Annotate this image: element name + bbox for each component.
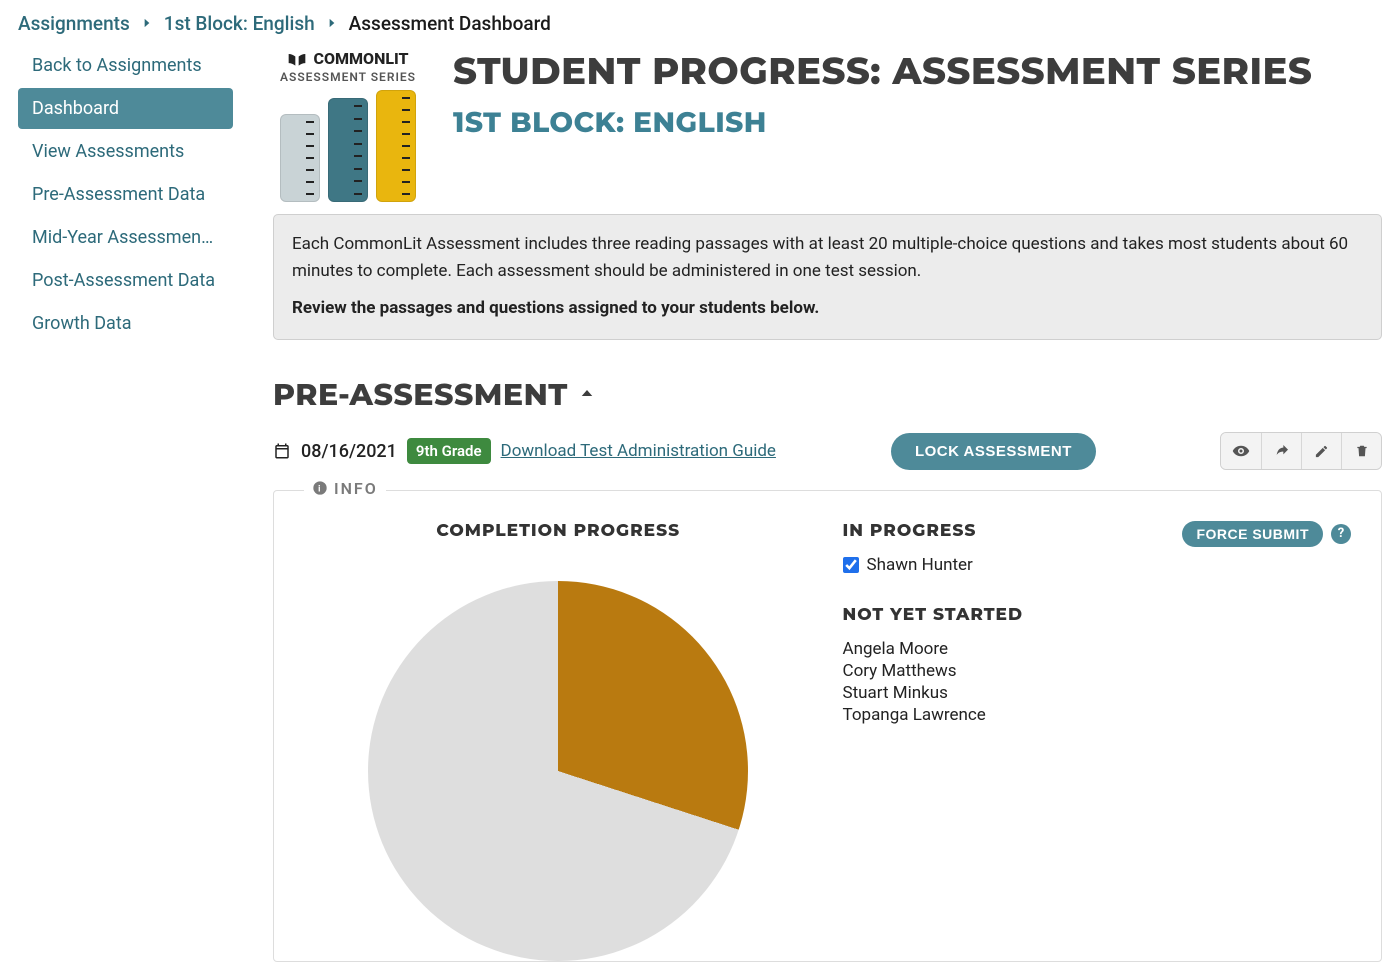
sidebar-item-dashboard[interactable]: Dashboard — [18, 88, 233, 129]
calendar-icon — [273, 442, 291, 460]
panel-legend: i INFO — [304, 479, 386, 498]
info-icon: i — [312, 480, 328, 496]
completion-progress-title: COMPLETION PROGRESS — [304, 521, 813, 541]
sidebar-item-view-assessments[interactable]: View Assessments — [18, 131, 233, 172]
book-icon — [287, 52, 307, 66]
breadcrumb-current: Assessment Dashboard — [349, 12, 551, 35]
share-icon — [1274, 443, 1290, 459]
lock-assessment-button[interactable]: LOCK ASSESSMENT — [891, 433, 1096, 470]
logo-brand-text: COMMONLIT — [313, 49, 408, 68]
list-item: Cory Matthews — [843, 661, 1352, 681]
list-item: Topanga Lawrence — [843, 705, 1352, 725]
completion-pie-chart — [368, 581, 748, 961]
edit-button[interactable] — [1301, 433, 1341, 469]
force-submit-button[interactable]: FORCE SUBMIT — [1182, 521, 1323, 547]
share-button[interactable] — [1261, 433, 1301, 469]
breadcrumb: Assignments 1st Block: English Assessmen… — [0, 0, 1400, 45]
breadcrumb-link-class[interactable]: 1st Block: English — [164, 12, 315, 35]
info-text-1: Each CommonLit Assessment includes three… — [292, 231, 1363, 285]
pencil-icon — [1314, 444, 1329, 459]
chevron-up-icon — [578, 381, 596, 408]
trash-icon — [1355, 443, 1369, 459]
sidebar-nav: Back to Assignments Dashboard View Asses… — [18, 45, 233, 962]
preview-button[interactable] — [1221, 433, 1261, 469]
chevron-right-icon — [140, 12, 154, 35]
page-subtitle: 1ST BLOCK: ENGLISH — [453, 106, 1312, 140]
assessment-meta-row: 08/16/2021 9th Grade Download Test Admin… — [273, 433, 1382, 470]
sidebar-item-growth-data[interactable]: Growth Data — [18, 303, 233, 344]
info-callout: Each CommonLit Assessment includes three… — [273, 214, 1382, 340]
delete-button[interactable] — [1341, 433, 1381, 469]
chevron-right-icon — [325, 12, 339, 35]
assessment-date: 08/16/2021 — [301, 441, 397, 462]
sidebar-item-mid-data[interactable]: Mid-Year Assessment … — [18, 217, 233, 258]
grade-badge: 9th Grade — [407, 438, 491, 464]
sidebar-item-post-data[interactable]: Post-Assessment Data — [18, 260, 233, 301]
help-icon[interactable]: ? — [1331, 524, 1351, 544]
download-guide-link[interactable]: Download Test Administration Guide — [501, 441, 776, 461]
info-text-2: Review the passages and questions assign… — [292, 295, 1363, 322]
logo-sub-text: ASSESSMENT SERIES — [280, 70, 416, 84]
panel-legend-text: INFO — [334, 479, 378, 498]
section-title-text: PRE-ASSESSMENT — [273, 376, 568, 413]
sidebar-item-back[interactable]: Back to Assignments — [18, 45, 233, 86]
assessment-action-toolbar — [1220, 432, 1382, 470]
student-checkbox[interactable] — [843, 557, 859, 573]
list-item: Stuart Minkus — [843, 683, 1352, 703]
sidebar-item-pre-data[interactable]: Pre-Assessment Data — [18, 174, 233, 215]
eye-icon — [1232, 442, 1250, 460]
not-yet-started-title: NOT YET STARTED — [843, 605, 1352, 625]
completion-info-panel: i INFO COMPLETION PROGRESS FORCE SUBMIT … — [273, 490, 1382, 962]
student-name: Shawn Hunter — [867, 555, 973, 575]
assessment-series-logo: COMMONLIT ASSESSMENT SERIES — [273, 49, 423, 194]
page-title: STUDENT PROGRESS: ASSESSMENT SERIES — [453, 49, 1312, 94]
section-pre-assessment-header[interactable]: PRE-ASSESSMENT — [273, 376, 1382, 413]
svg-text:i: i — [318, 483, 322, 493]
not-yet-started-list: Angela Moore Cory Matthews Stuart Minkus… — [843, 639, 1352, 725]
completion-progress-column: COMPLETION PROGRESS — [304, 521, 813, 961]
list-item: Angela Moore — [843, 639, 1352, 659]
in-progress-student-row: Shawn Hunter — [843, 555, 1352, 575]
students-status-column: FORCE SUBMIT ? IN PROGRESS Shawn Hunter … — [843, 521, 1352, 961]
main-content: COMMONLIT ASSESSMENT SERIES STUDENT PROG… — [233, 45, 1382, 962]
breadcrumb-link-assignments[interactable]: Assignments — [18, 12, 130, 35]
